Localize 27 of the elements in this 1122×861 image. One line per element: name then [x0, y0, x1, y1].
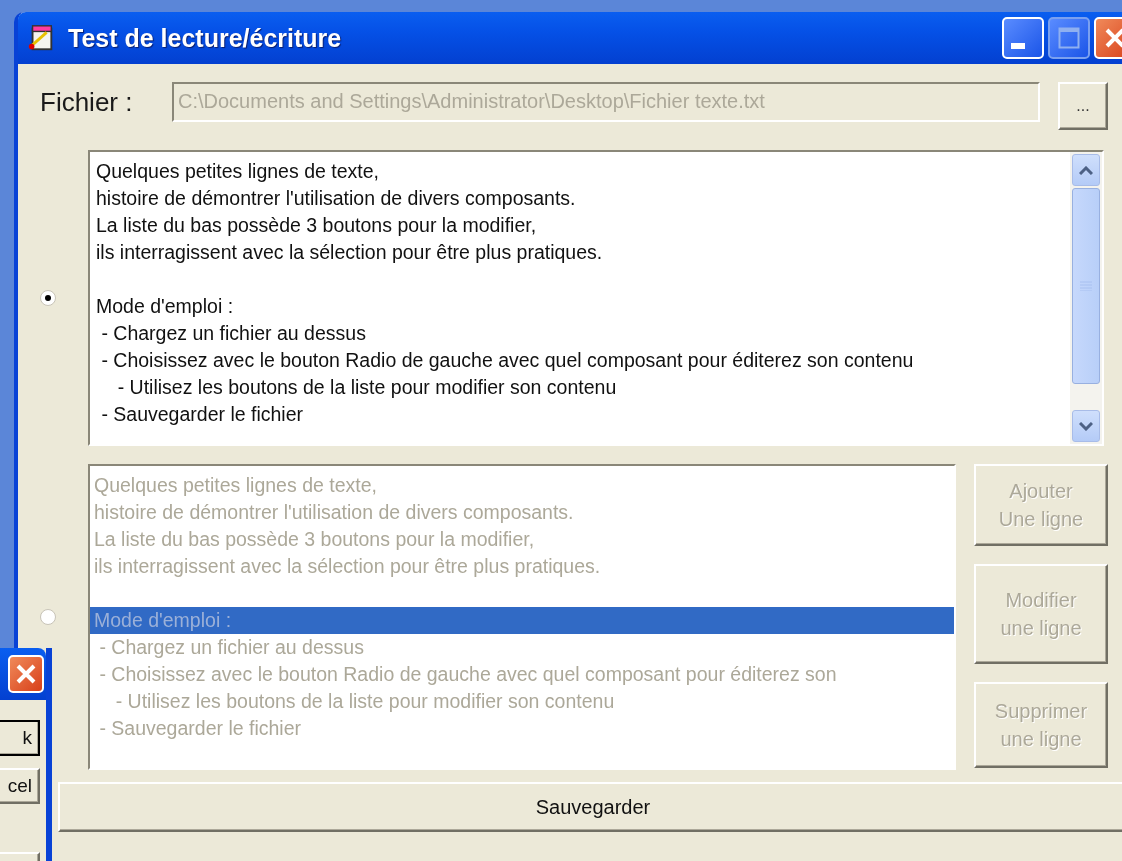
list-item[interactable]: - Utilisez les boutons de la liste pour modifier son contenu	[90, 688, 954, 715]
list-item[interactable]: Quelques petites lignes de texte,	[90, 472, 954, 499]
close-icon	[15, 663, 37, 685]
list-item[interactable]: histoire de démontrer l'utilisation de divers composants.	[90, 499, 954, 526]
scroll-thumb[interactable]	[1072, 188, 1100, 384]
radio-button[interactable]	[40, 609, 56, 625]
list-item[interactable]: Mode d'emploi :	[90, 607, 954, 634]
file-label: Fichier :	[40, 86, 134, 119]
dialog-button[interactable]: k	[0, 720, 40, 756]
list-item[interactable]: - Choisissez avec le bouton Radio de gauche avec quel composant pour éditerez son	[90, 661, 954, 688]
list-item[interactable]: - Sauvegarder le fichier	[90, 715, 954, 742]
dialog-button[interactable]: cel	[0, 768, 40, 804]
text-area[interactable]	[88, 150, 1104, 446]
window-title: Test de lecture/écriture	[68, 23, 343, 53]
radio-button[interactable]	[40, 290, 56, 306]
list-item[interactable]: La liste du bas possède 3 boutons pour la modifier,	[90, 526, 954, 553]
close-button[interactable]	[8, 655, 44, 693]
scrollbar[interactable]	[1070, 152, 1102, 444]
maximize-button[interactable]	[1048, 17, 1090, 59]
minimize-icon	[1011, 43, 1025, 49]
close-icon	[1104, 27, 1122, 49]
list-item[interactable]: - Chargez un fichier au dessus	[90, 634, 954, 661]
maximize-icon	[1058, 27, 1080, 49]
minimize-button[interactable]	[1002, 17, 1044, 59]
list-item[interactable]: ils interragissent avec la sélection pour être plus pratiques.	[90, 553, 954, 580]
save-button[interactable]: Sauvegarder	[58, 782, 1122, 832]
text-content: Quelques petites lignes de texte, histoire de démontrer l'utilisation de divers composants. La liste du bas possède 3 boutons pour la modifier, ils interragissent avec la sélection pour être plus pratiques. Mode d'emploi : - Chargez un fichier au dessus - Choisissez avec le bouton Radio de gauche avec quel composant pour éditerez son contenu - Utilisez les boutons de la liste pour modifier son contenu - Sauvegarder le fichier	[95, 159, 915, 427]
